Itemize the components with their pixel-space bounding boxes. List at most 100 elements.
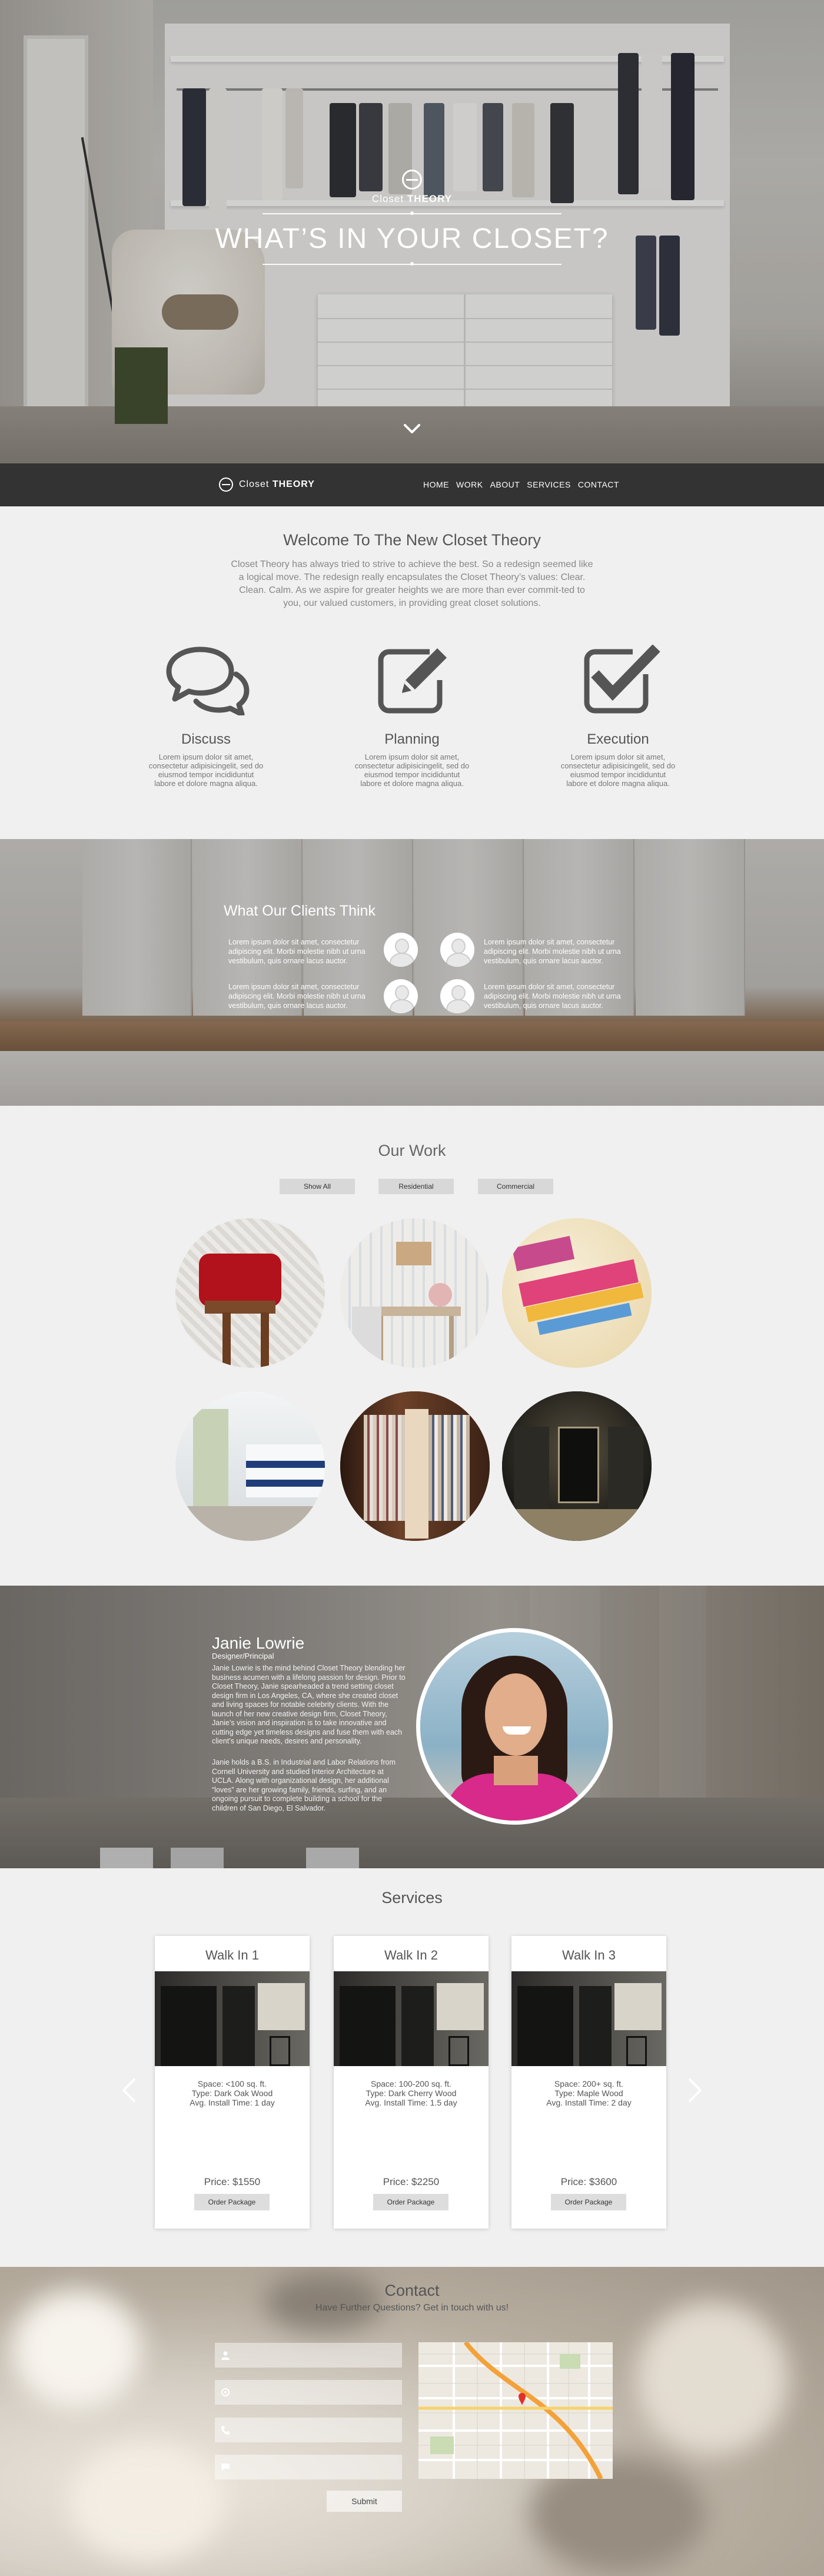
nav-item-about[interactable]: ABOUT bbox=[490, 480, 520, 489]
clients-overlay bbox=[0, 839, 824, 1106]
welcome-lead: Closet Theory has always tried to strive… bbox=[231, 559, 593, 608]
hero-logo: Closet THEORY bbox=[353, 193, 471, 205]
work-thumbnail[interactable] bbox=[175, 1218, 325, 1368]
work-thumbnail[interactable] bbox=[340, 1218, 490, 1368]
clients-title: What Our Clients Think bbox=[224, 903, 376, 919]
service-card-specs: Space: 200+ sq. ft. Type: Maple Wood Avg… bbox=[511, 2079, 666, 2107]
client-avatar bbox=[440, 979, 474, 1013]
feature-discuss-title: Discuss bbox=[181, 731, 231, 747]
name-field[interactable] bbox=[215, 2343, 402, 2368]
service-card-price: Price: $1550 bbox=[204, 2176, 261, 2187]
message-icon bbox=[221, 2464, 230, 2471]
nav-brand-bold: THEORY bbox=[272, 479, 315, 489]
service-card-space: Space: 200+ sq. ft. bbox=[554, 2079, 624, 2088]
nav-logo-icon[interactable] bbox=[219, 478, 233, 492]
hero-section: Closet THEORY WHAT’S IN YOUR CLOSET? bbox=[0, 0, 824, 463]
hero-logo-light: Closet bbox=[371, 193, 404, 204]
service-card-specs: Space: 100-200 sq. ft. Type: Dark Cherry… bbox=[334, 2079, 489, 2107]
chat-bubbles-icon bbox=[166, 647, 250, 717]
service-card-type: Type: Dark Cherry Wood bbox=[366, 2088, 457, 2098]
contact-subtitle: Have Further Questions? Get in touch wit… bbox=[315, 2303, 509, 2313]
about-section: Janie Lowrie Designer/Principal Janie Lo… bbox=[0, 1586, 824, 1868]
client-quote: Lorem ipsum dolor sit amet, consectetur … bbox=[228, 938, 366, 965]
client-quote: Lorem ipsum dolor sit amet, consectetur … bbox=[484, 938, 621, 965]
designer-portrait bbox=[416, 1628, 613, 1825]
nav-item-contact[interactable]: CONTACT bbox=[578, 480, 619, 489]
carousel-next-chevron-icon[interactable] bbox=[687, 2077, 703, 2103]
service-card-image bbox=[334, 1971, 489, 2066]
work-thumbnail[interactable] bbox=[502, 1391, 652, 1541]
feature-execution: Execution Lorem ipsum dolor sit amet, co… bbox=[559, 644, 677, 788]
user-icon bbox=[221, 2351, 230, 2360]
pencil-square-icon bbox=[378, 645, 453, 714]
service-card-walk-in-3: Walk In 3 Space: 200+ sq. ft. Type: Mapl… bbox=[511, 1936, 666, 2229]
service-card-install-time: Avg. Install Time: 1 day bbox=[190, 2098, 275, 2107]
checkbox-icon bbox=[584, 644, 660, 714]
contact-title: Contact bbox=[384, 2282, 440, 2299]
feature-planning-title: Planning bbox=[384, 731, 440, 747]
feature-planning-text: Lorem ipsum dolor sit amet, consectetur … bbox=[354, 752, 470, 788]
about-name: Janie Lowrie bbox=[212, 1634, 305, 1652]
feature-planning: Planning Lorem ipsum dolor sit amet, con… bbox=[353, 645, 471, 788]
client-quote: Lorem ipsum dolor sit amet, consectetur … bbox=[228, 983, 366, 1010]
service-card-install-time: Avg. Install Time: 2 day bbox=[546, 2098, 632, 2107]
carousel-prev-chevron-icon[interactable] bbox=[121, 2077, 137, 2103]
work-thumbnail[interactable] bbox=[340, 1391, 490, 1541]
nav-menu: HOME WORK ABOUT SERVICES CONTACT bbox=[423, 480, 619, 489]
service-card-walk-in-1: Walk In 1 Space: <100 sq. ft. Type: Dark… bbox=[155, 1936, 310, 2229]
order-package-button[interactable]: Order Package bbox=[194, 2194, 270, 2210]
feature-execution-text: Lorem ipsum dolor sit amet, consectetur … bbox=[560, 752, 676, 788]
work-thumbnail[interactable] bbox=[175, 1391, 325, 1541]
order-package-button[interactable]: Order Package bbox=[551, 2194, 626, 2210]
work-section: Our Work Show All Residential Commercial bbox=[0, 1106, 824, 1586]
nav-item-services[interactable]: SERVICES bbox=[527, 480, 571, 489]
feature-execution-title: Execution bbox=[587, 731, 649, 747]
message-field[interactable] bbox=[215, 2455, 402, 2479]
filter-residential-button[interactable]: Residential bbox=[378, 1179, 454, 1194]
feature-discuss-text: Lorem ipsum dolor sit amet, consectetur … bbox=[148, 752, 264, 788]
logo-icon bbox=[402, 170, 422, 190]
service-card-title: Walk In 2 bbox=[384, 1948, 438, 1962]
client-avatar bbox=[440, 933, 474, 967]
welcome-title: Welcome To The New Closet Theory bbox=[283, 531, 541, 549]
client-avatar bbox=[384, 979, 418, 1013]
nav-item-home[interactable]: HOME bbox=[423, 480, 449, 489]
phone-field[interactable] bbox=[215, 2418, 402, 2442]
service-card-title: Walk In 3 bbox=[562, 1948, 616, 1962]
order-package-button[interactable]: Order Package bbox=[373, 2194, 448, 2210]
map-graphic bbox=[418, 2342, 613, 2479]
filter-commercial-button[interactable]: Commercial bbox=[478, 1179, 553, 1194]
email-field[interactable] bbox=[215, 2380, 402, 2405]
about-overlay bbox=[0, 1586, 824, 1868]
service-card-image bbox=[155, 1971, 310, 2066]
client-avatar bbox=[384, 933, 418, 967]
scroll-down-chevron-icon[interactable] bbox=[403, 419, 421, 438]
service-card-space: Space: <100 sq. ft. bbox=[197, 2079, 267, 2088]
service-card-install-time: Avg. Install Time: 1.5 day bbox=[365, 2098, 457, 2107]
service-card-walk-in-2: Walk In 2 Space: 100-200 sq. ft. Type: D… bbox=[334, 1936, 489, 2229]
service-card-image bbox=[511, 1971, 666, 2066]
about-paragraph-2: Janie holds a B.S. in Industrial and Lab… bbox=[212, 1758, 396, 1812]
location-map[interactable] bbox=[418, 2342, 613, 2479]
contact-section: Contact Have Further Questions? Get in t… bbox=[0, 2267, 824, 2576]
filter-show-all-button[interactable]: Show All bbox=[280, 1179, 355, 1194]
hero-headline: WHAT’S IN YOUR CLOSET? bbox=[215, 223, 609, 254]
about-role: Designer/Principal bbox=[212, 1652, 274, 1660]
service-card-price: Price: $2250 bbox=[383, 2176, 440, 2187]
service-card-title: Walk In 1 bbox=[205, 1948, 259, 1962]
nav-brand[interactable]: Closet THEORY bbox=[239, 479, 315, 490]
submit-button[interactable]: Submit bbox=[327, 2491, 402, 2512]
services-section: Services Walk In 1 Space: <100 sq. ft. T… bbox=[0, 1868, 824, 2267]
welcome-section: Welcome To The New Closet Theory Closet … bbox=[0, 506, 824, 839]
main-nav: Closet THEORY HOME WORK ABOUT SERVICES C… bbox=[0, 463, 824, 506]
service-card-price: Price: $3600 bbox=[560, 2176, 617, 2187]
nav-item-work[interactable]: WORK bbox=[456, 480, 483, 489]
work-title: Our Work bbox=[378, 1142, 446, 1159]
service-card-specs: Space: <100 sq. ft. Type: Dark Oak Wood … bbox=[155, 2079, 310, 2107]
hero-logo-bold: THEORY bbox=[407, 193, 453, 204]
hero-rule-dot bbox=[410, 211, 414, 215]
service-card-type: Type: Dark Oak Wood bbox=[191, 2088, 273, 2098]
hero-rule-dot bbox=[410, 262, 414, 266]
clients-section: What Our Clients Think Lorem ipsum dolor… bbox=[0, 839, 824, 1106]
work-thumbnail[interactable] bbox=[502, 1218, 652, 1368]
